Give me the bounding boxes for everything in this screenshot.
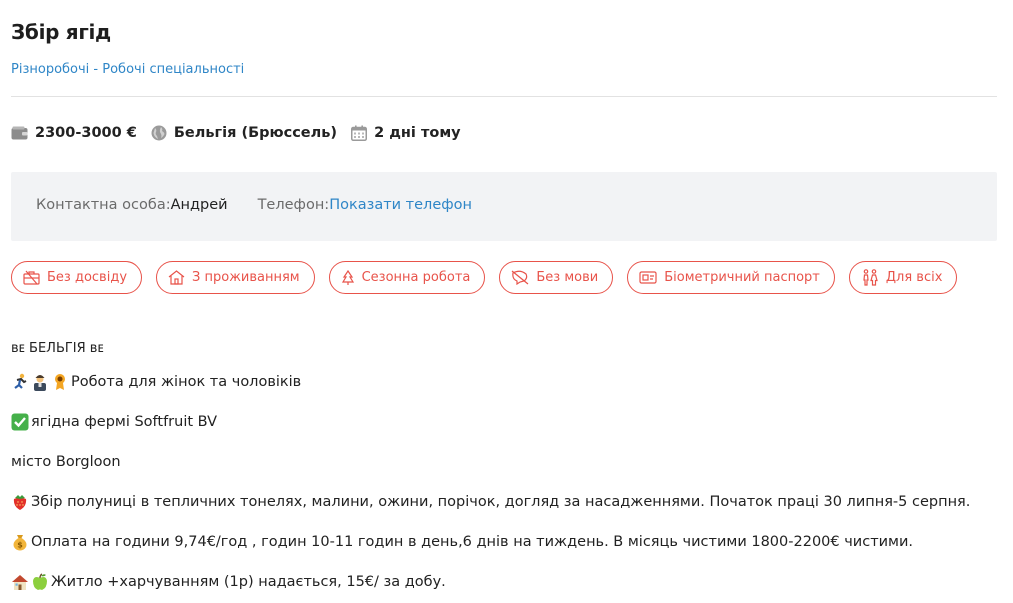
category-link-skilled[interactable]: Робочі спеціальності: [102, 62, 244, 77]
tag-for-everyone[interactable]: Для всіх: [848, 261, 958, 294]
tree-icon: [341, 269, 354, 285]
tag-seasonal-work[interactable]: Сезонна робота: [328, 261, 486, 294]
strawberry-icon: [13, 495, 27, 510]
tag-no-language[interactable]: Без мови: [499, 261, 614, 294]
award-icon: [55, 374, 65, 390]
contact-person-name: Андрей: [170, 197, 228, 213]
tag-no-experience[interactable]: Без досвіду: [11, 261, 143, 294]
wallet-icon: [11, 126, 28, 140]
location-item: Бельгія (Брюссель): [151, 125, 337, 141]
tag-label: Без досвіду: [47, 270, 128, 285]
contact-row: Контактна особа: Андрей Телефон: Показат…: [36, 197, 472, 213]
job-meta: 2300-3000 € Бельгія (Брюссель) 2 дні том…: [11, 125, 475, 141]
check-mark-icon: [11, 413, 29, 431]
description-line: місто Borgloon: [11, 454, 121, 470]
briefcase-icon: [23, 270, 40, 285]
no-language-icon: [511, 270, 529, 285]
contact-person-label: Контактна особа:: [36, 197, 171, 213]
description-line: $ Оплата на години 9,74€/год , годин 10-…: [11, 522, 970, 562]
divider: [11, 96, 997, 97]
svg-text:$: $: [17, 541, 23, 550]
green-apple-icon: [33, 573, 47, 590]
home-icon: [168, 270, 185, 285]
location-value: Бельгія (Брюссель): [173, 125, 338, 141]
breadcrumb: Різноробочі - Робочі спеціальності: [11, 62, 244, 77]
description-line: ʙᴇ БЕЛЬГІЯ ʙᴇ: [11, 341, 104, 356]
salary-value: 2300-3000 €: [35, 125, 137, 141]
description-line: ягідна фермі Softfruit BV: [11, 402, 970, 442]
worker-icon: [34, 375, 46, 391]
tag-label: Біометричний паспорт: [664, 270, 820, 285]
description-line: Робота для жінок та чоловіків: [11, 362, 970, 402]
tag-label: Для всіх: [885, 270, 943, 285]
tag-with-accommodation[interactable]: З проживанням: [156, 261, 315, 294]
passport-icon: [639, 271, 657, 284]
description-line: Збір полуниці в тепличних тонелях, малин…: [11, 482, 970, 522]
tag-label: З проживанням: [192, 270, 300, 285]
phone-label: Телефон:: [257, 197, 330, 213]
tag-list: Без досвіду З проживанням Сезонна робота…: [11, 261, 971, 294]
running-person-icon: [14, 373, 27, 389]
tag-label: Сезонна робота: [361, 270, 471, 285]
description-line: Житло +харчуванням (1р) надається, 15€/ …: [11, 562, 970, 602]
job-description: ʙᴇ БЕЛЬГІЯ ʙᴇ Робота для жінок та чолові…: [11, 336, 970, 602]
globe-icon: [151, 125, 167, 141]
people-icon: [863, 269, 878, 286]
job-page: Збір ягід Різноробочі - Робочі спеціальн…: [0, 0, 1013, 603]
calendar-icon: [351, 125, 368, 141]
job-title: Збір ягід: [11, 20, 111, 44]
tag-label: Без мови: [536, 270, 599, 285]
category-separator: -: [89, 62, 103, 77]
contact-box: Контактна особа: Андрей Телефон: Показат…: [11, 172, 997, 241]
house-icon: [12, 575, 28, 590]
posted-value: 2 дні тому: [374, 125, 461, 141]
money-bag-icon: $: [13, 535, 27, 551]
category-link-general[interactable]: Різноробочі: [11, 62, 89, 77]
show-phone-link[interactable]: Показати телефон: [329, 197, 472, 213]
posted-item: 2 дні тому: [351, 125, 461, 141]
tag-biometric-passport[interactable]: Біометричний паспорт: [627, 261, 835, 294]
salary-item: 2300-3000 €: [11, 125, 137, 141]
